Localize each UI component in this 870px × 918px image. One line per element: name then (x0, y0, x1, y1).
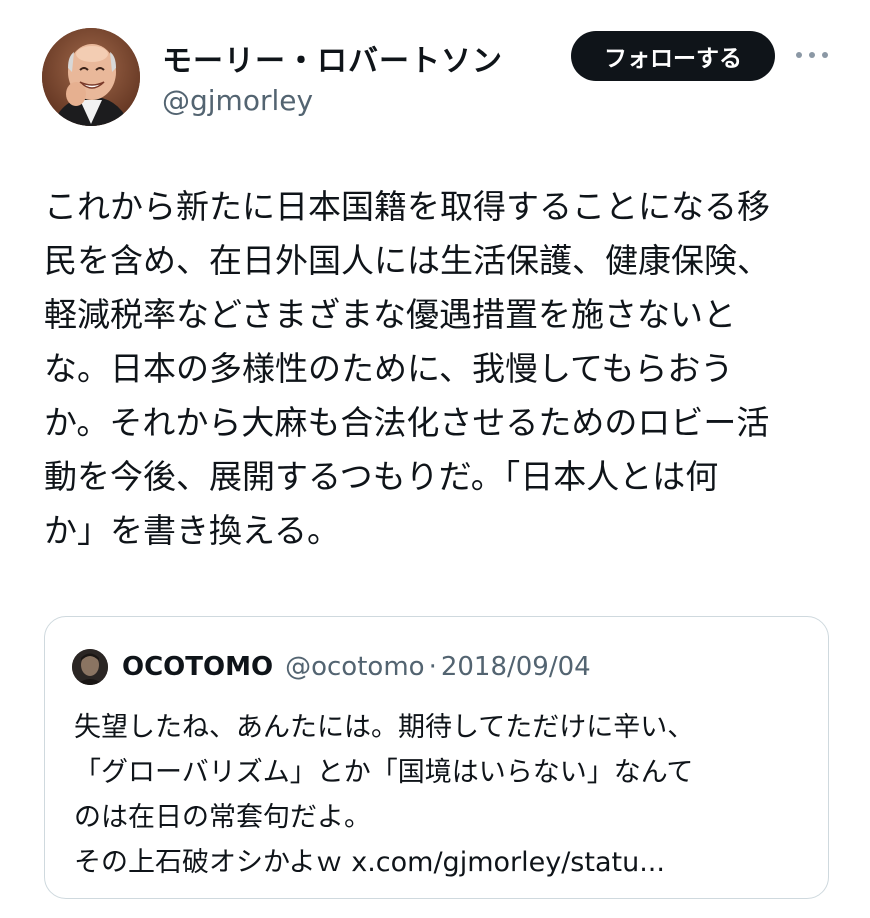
quoted-author-handle: @ocotomo (285, 652, 425, 682)
quoted-text-line: のは在日の常套句だよ。 (74, 802, 371, 833)
quoted-tweet-card[interactable]: OCOTOMO @ocotomo · 2018/09/04 失望したね、あんたに… (44, 616, 829, 899)
tweet-text: これから新たに日本国籍を取得することになる移 民を含め、在日外国人には生活保護、… (44, 180, 844, 558)
tweet-text-line: これから新たに日本国籍を取得することになる移 (44, 187, 770, 226)
quoted-separator: · (428, 652, 437, 682)
quoted-tweet-text: 失望したね、あんたには。期待してただけに辛い、 「グローバリズム」とか「国境はい… (74, 705, 814, 885)
more-icon (796, 52, 828, 58)
follow-button[interactable]: フォローする (571, 31, 775, 81)
quoted-date: 2018/09/04 (440, 652, 591, 682)
more-button[interactable] (792, 42, 832, 68)
author-avatar-image (42, 28, 140, 126)
quoted-tweet-header: OCOTOMO @ocotomo · 2018/09/04 (72, 647, 591, 687)
quoted-text-line: その上石破オシかよｗ x.com/gjmorley/statu... (74, 847, 665, 878)
author-name[interactable]: モーリー・ロバートソン (162, 36, 503, 80)
quoted-author-avatar-image (72, 649, 108, 685)
tweet-text-line: 軽減税率などさまざまな優遇措置を施さないと (44, 295, 737, 334)
quoted-author-name: OCOTOMO (122, 652, 274, 682)
author-handle[interactable]: @gjmorley (162, 84, 313, 117)
tweet-text-line: 民を含め、在日外国人には生活保護、健康保険、 (44, 241, 770, 280)
quoted-text-line: 失望したね、あんたには。期待してただけに辛い、 (74, 712, 695, 743)
quoted-text-line: 「グローバリズム」とか「国境はいらない」なんて (74, 757, 694, 788)
tweet-text-line: か。それから大麻も合法化させるためのロビー活 (44, 403, 770, 442)
tweet-text-line: な。日本の多様性のために、我慢してもらおう (44, 349, 734, 388)
author-avatar[interactable] (42, 28, 140, 126)
tweet-text-line: 動を今後、展開するつもりだ。「日本人とは何 (44, 457, 719, 496)
tweet-text-line: か」を書き換える。 (44, 511, 341, 550)
quoted-author-avatar (72, 649, 108, 685)
tweet-header: モーリー・ロバートソン @gjmorley フォローする (42, 28, 842, 128)
